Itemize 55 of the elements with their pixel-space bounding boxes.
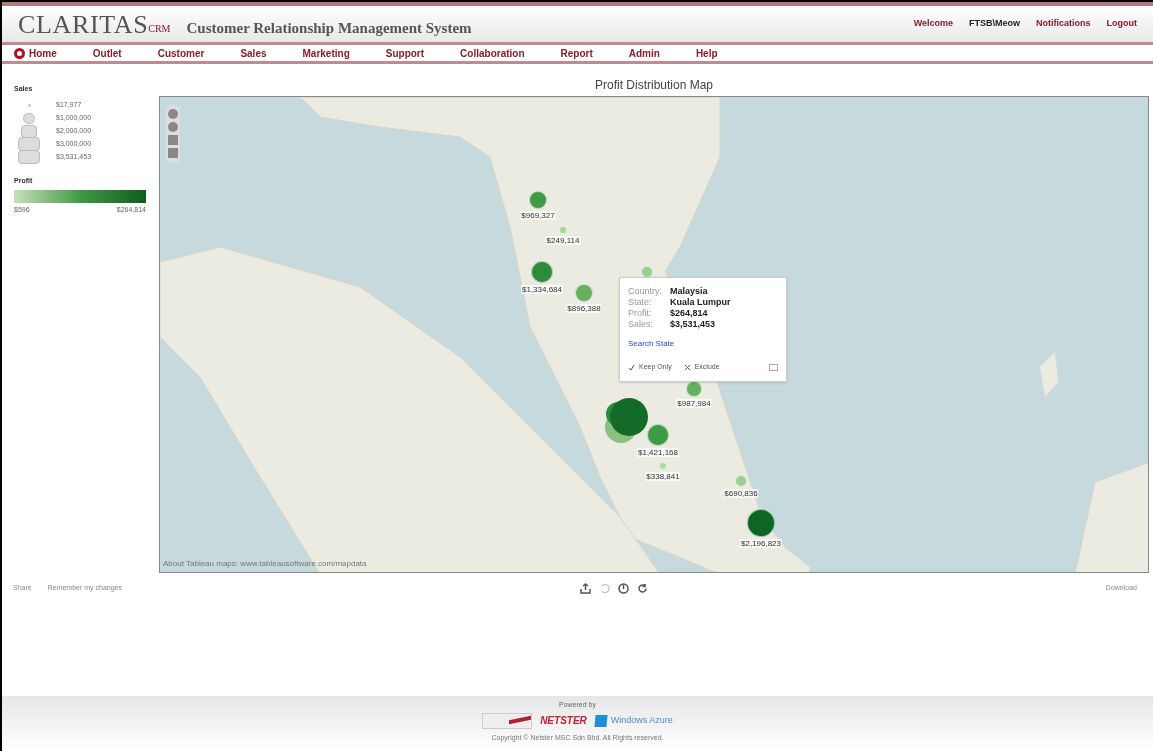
tooltip-value: $264,814: [670, 308, 709, 319]
user-name: FTSB\Meow: [969, 17, 1020, 31]
refresh-icon[interactable]: [636, 582, 648, 594]
tooltip-value: $3,531,453: [670, 319, 717, 330]
x-icon: [683, 363, 691, 371]
size-swatch: [27, 103, 31, 107]
size-swatch: [18, 137, 40, 151]
app-title: Customer Relationship Management System: [186, 18, 472, 38]
grid-icon[interactable]: [769, 363, 778, 371]
home-ring-icon: [14, 47, 25, 59]
marker-label: $249,114: [545, 236, 581, 245]
header-link[interactable]: Logout: [1106, 17, 1137, 31]
marker-label: $2,196,823: [740, 539, 782, 548]
island-landmass: [1040, 352, 1058, 397]
marker-label: $969,327: [520, 211, 556, 220]
nav-item[interactable]: Admin: [628, 45, 660, 61]
welcome-text: Welcome: [913, 17, 953, 31]
logo: CLARITAS: [18, 8, 149, 41]
tooltip-label: Profit:: [628, 308, 653, 319]
size-swatch: [21, 124, 37, 138]
nav-item[interactable]: Outlet: [92, 45, 122, 61]
search-state-link[interactable]: Search State: [628, 338, 778, 350]
nav-item[interactable]: Sales: [240, 45, 267, 61]
tooltip-label: Sales:: [628, 319, 654, 330]
windows-logo-icon: [594, 714, 608, 727]
nav-item[interactable]: Home: [14, 45, 57, 61]
azure-logo-text: Windows Azure: [610, 713, 673, 727]
marker-label: $338,841: [645, 472, 681, 481]
size-swatch: [18, 150, 40, 164]
tooltip-label: Country:: [628, 286, 662, 297]
check-icon: [628, 363, 635, 371]
marker-label: $690,836: [723, 489, 759, 498]
nav-item[interactable]: Collaboration: [460, 45, 525, 61]
nav-item[interactable]: Marketing: [302, 45, 350, 61]
partner-logo: NETSTER: [540, 714, 587, 728]
header-link[interactable]: Notifications: [1036, 17, 1091, 31]
nav-item[interactable]: Customer: [157, 45, 205, 61]
tooltip-value: Malaysia: [670, 286, 709, 297]
map-marker[interactable]: [659, 462, 667, 470]
power-icon[interactable]: [617, 582, 629, 594]
nav-item[interactable]: Report: [560, 45, 593, 61]
chart-title: Profit Distribution Map: [593, 77, 714, 92]
marker-label: $1,334,684: [521, 285, 563, 294]
nav-item[interactable]: Support: [385, 45, 425, 61]
upload-icon[interactable]: [579, 582, 591, 594]
marker-label: $896,388: [566, 304, 602, 313]
map-marker[interactable]: [559, 226, 567, 234]
size-swatch: [23, 112, 35, 124]
nav-item[interactable]: Help: [695, 45, 718, 61]
marker-label: $987,984: [676, 399, 712, 408]
marker-label: $1,421,168: [637, 448, 679, 457]
marker-cluster[interactable]: [602, 397, 648, 444]
logo-suffix: CRM: [148, 22, 171, 36]
tooltip-value: Kuala Lumpur: [670, 297, 732, 308]
tooltip-label: State:: [628, 297, 653, 308]
